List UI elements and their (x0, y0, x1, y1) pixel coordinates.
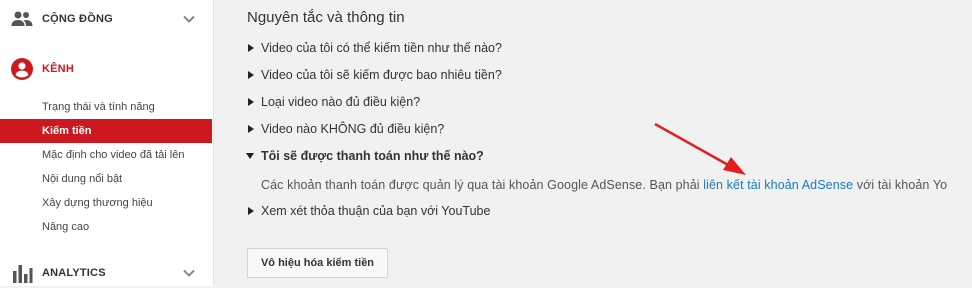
faq-label: Xem xét thỏa thuận của bạn với YouTube (261, 204, 491, 218)
faq-item[interactable]: Video của tôi sẽ kiếm được bao nhiêu tiề… (245, 68, 502, 82)
disable-monetization-button[interactable]: Vô hiệu hóa kiếm tiền (247, 248, 388, 278)
sidebar-section-label: CỘNG ĐỒNG (42, 13, 113, 25)
faq-label: Tôi sẽ được thanh toán như thế nào? (261, 149, 484, 163)
chevron-down-icon[interactable] (182, 12, 196, 26)
sidebar-section-community[interactable]: CỘNG ĐỒNG (0, 4, 213, 34)
faq-label: Video nào KHÔNG đủ điều kiện? (261, 122, 445, 136)
faq-label: Video của tôi có thể kiếm tiền như thế n… (261, 41, 502, 55)
faq-item[interactable]: Xem xét thỏa thuận của bạn với YouTube (245, 204, 490, 218)
sidebar-section-analytics[interactable]: ANALYTICS (0, 258, 213, 288)
sidebar-item-label: Nội dung nổi bật (42, 173, 123, 185)
faq-item[interactable]: Loại video nào đủ điều kiện? (245, 95, 420, 109)
sidebar-item-advanced[interactable]: Nâng cao (0, 215, 212, 239)
account-circle-icon (11, 58, 33, 80)
triangle-down-icon (246, 153, 254, 159)
answer-text: Các khoản thanh toán được quản lý qua tà… (261, 178, 704, 192)
sidebar-item-upload-defaults[interactable]: Mặc định cho video đã tải lên (0, 143, 212, 167)
sidebar-item-featured-content[interactable]: Nội dung nổi bật (0, 167, 212, 191)
sidebar: CỘNG ĐỒNG KÊNH Trạng thái và tính năng K… (0, 0, 214, 286)
triangle-right-icon (248, 44, 254, 52)
sidebar-item-label: Xây dựng thương hiệu (42, 197, 153, 209)
faq-item[interactable]: Video của tôi có thể kiếm tiền như thế n… (245, 41, 502, 55)
bar-chart-icon (13, 265, 33, 283)
answer-text: với tài khoản Yo (853, 178, 948, 192)
triangle-right-icon (248, 71, 254, 79)
faq-answer: Các khoản thanh toán được quản lý qua tà… (261, 178, 947, 192)
triangle-right-icon (248, 207, 254, 215)
sidebar-item-label: Mặc định cho video đã tải lên (42, 149, 185, 161)
sidebar-section-label: KÊNH (42, 63, 74, 75)
people-icon (11, 11, 33, 26)
triangle-right-icon (248, 125, 254, 133)
sidebar-item-label: Nâng cao (42, 221, 90, 233)
sidebar-item-status-features[interactable]: Trạng thái và tính năng (0, 95, 212, 119)
link-adsense-account[interactable]: liên kết tài khoản AdSense (703, 178, 853, 192)
sidebar-section-channel[interactable]: KÊNH (0, 54, 213, 84)
sidebar-item-branding[interactable]: Xây dựng thương hiệu (0, 191, 212, 215)
faq-label: Video của tôi sẽ kiếm được bao nhiêu tiề… (261, 68, 502, 82)
faq-label: Loại video nào đủ điều kiện? (261, 95, 421, 109)
sidebar-item-monetization[interactable]: Kiếm tiền (0, 119, 212, 143)
main-panel: Nguyên tắc và thông tin Video của tôi có… (214, 0, 972, 286)
sidebar-section-label: ANALYTICS (42, 267, 106, 279)
section-title: Nguyên tắc và thông tin (247, 9, 405, 26)
faq-item[interactable]: Video nào KHÔNG đủ điều kiện? (245, 122, 444, 136)
chevron-down-icon[interactable] (182, 266, 196, 280)
sidebar-item-label: Kiếm tiền (42, 125, 92, 137)
faq-item-expanded[interactable]: Tôi sẽ được thanh toán như thế nào? (245, 149, 484, 163)
triangle-right-icon (248, 98, 254, 106)
sidebar-item-label: Trạng thái và tính năng (42, 101, 155, 113)
